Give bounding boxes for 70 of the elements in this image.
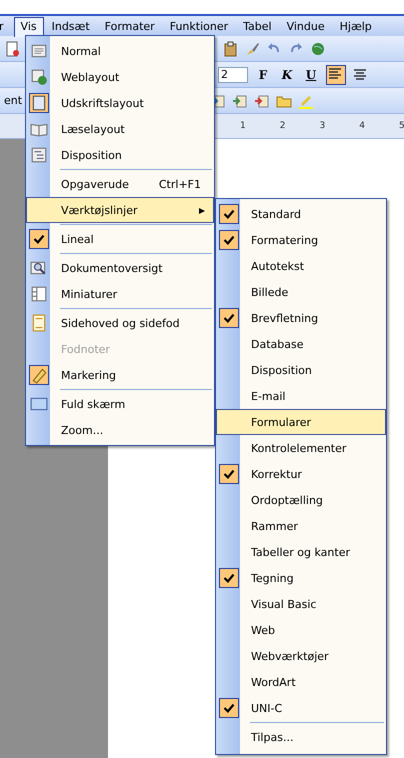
menu-item[interactable]: Billede <box>217 279 385 305</box>
menu-item[interactable]: Rammer <box>217 513 385 539</box>
menu-item[interactable]: Standard <box>217 201 385 227</box>
outline-icon <box>30 146 48 164</box>
menu-item[interactable]: Hjælp <box>332 16 379 36</box>
menu-item[interactable]: Kontrolelementer <box>217 435 385 461</box>
menu-item[interactable]: Tabeller og kanter <box>217 539 385 565</box>
menu-item[interactable]: Formatering <box>217 227 385 253</box>
shortcut-text: Ctrl+F1 <box>158 178 201 190</box>
menu-item[interactable]: Vis <box>14 17 44 37</box>
menu-item[interactable]: Zoom... <box>27 417 213 443</box>
menu-item[interactable]: Weblayout <box>27 64 213 90</box>
menu-item[interactable]: Værktøjslinjer <box>26 197 214 223</box>
menu-item[interactable]: Korrektur <box>217 461 385 487</box>
ruler-number: 4 <box>359 121 365 131</box>
menu-item[interactable]: Visual Basic <box>217 591 385 617</box>
menu-item[interactable]: Markering <box>27 362 213 388</box>
menu-item[interactable]: Lineal <box>27 226 213 252</box>
menu-item[interactable]: Indsæt <box>44 16 97 36</box>
globe-page-icon <box>30 68 48 86</box>
format-button[interactable]: U <box>302 66 320 84</box>
align-center-icon[interactable] <box>352 66 368 82</box>
document-icon[interactable] <box>4 40 20 56</box>
brush-icon[interactable] <box>244 40 260 56</box>
menu-item[interactable]: Opgaverude Ctrl+F1 <box>27 171 213 197</box>
magnifier-page-icon <box>30 259 48 277</box>
ruler-number: 3 <box>319 121 326 131</box>
menu-item[interactable]: Disposition <box>27 142 213 168</box>
menu-item[interactable]: Tegning <box>217 565 385 591</box>
menu-item[interactable]: Brevfletning <box>217 305 385 331</box>
ruler-number: 1 <box>240 121 246 131</box>
page-arrow-icon[interactable] <box>254 92 270 108</box>
menu-item[interactable]: Funktioner <box>162 16 236 36</box>
menu-item[interactable]: Sidehoved og sidefod <box>27 310 213 336</box>
normal-view-icon <box>30 42 48 60</box>
header-page-icon <box>30 314 48 332</box>
globe-icon[interactable] <box>310 40 326 56</box>
menu-item[interactable]: Disposition <box>217 357 385 383</box>
menu-item[interactable]: WordArt <box>217 669 385 695</box>
thumbnails-icon <box>30 285 48 303</box>
menu-item[interactable]: Tilpas... <box>217 724 385 750</box>
align-left-icon <box>327 66 343 82</box>
format-button[interactable]: K <box>278 66 296 84</box>
menu-item[interactable]: Udskriftslayout <box>27 90 213 116</box>
menu-item[interactable]: Tabel <box>236 16 279 36</box>
format-button[interactable]: F <box>254 66 272 84</box>
menu-item[interactable]: Dokumentoversigt <box>27 255 213 281</box>
menu-item[interactable]: Formater <box>98 16 162 36</box>
menu-item[interactable]: Læselayout <box>27 116 213 142</box>
align-left-button[interactable] <box>326 64 346 84</box>
menu-item[interactable]: E-mail <box>217 383 385 409</box>
page-arrow-icon[interactable] <box>232 92 248 108</box>
menu-item[interactable]: Database <box>217 331 385 357</box>
menu-item[interactable]: Miniaturer <box>27 281 213 307</box>
ruler-number: 2 <box>280 121 286 131</box>
style-field-text: ent <box>4 94 24 107</box>
submenu-arrow-icon <box>199 207 205 215</box>
screen-icon <box>30 395 48 413</box>
ruler-number: 5 <box>398 121 404 131</box>
menu-item[interactable]: Autotekst <box>217 253 385 279</box>
font-size-field[interactable]: 2 <box>218 66 248 82</box>
menu-item[interactable]: Fuld skærm <box>27 391 213 417</box>
clipboard-icon[interactable] <box>222 40 238 56</box>
menu-item[interactable]: Ordoptælling <box>217 487 385 513</box>
menu-item[interactable]: UNI-C <box>217 695 385 721</box>
menu-item[interactable]: Vindue <box>280 16 332 36</box>
menu-item[interactable]: Formularer <box>216 409 386 435</box>
menu-item[interactable]: Webværktøjer <box>217 643 385 669</box>
menu-item[interactable]: Web <box>217 617 385 643</box>
menu-item[interactable]: r <box>0 16 13 36</box>
